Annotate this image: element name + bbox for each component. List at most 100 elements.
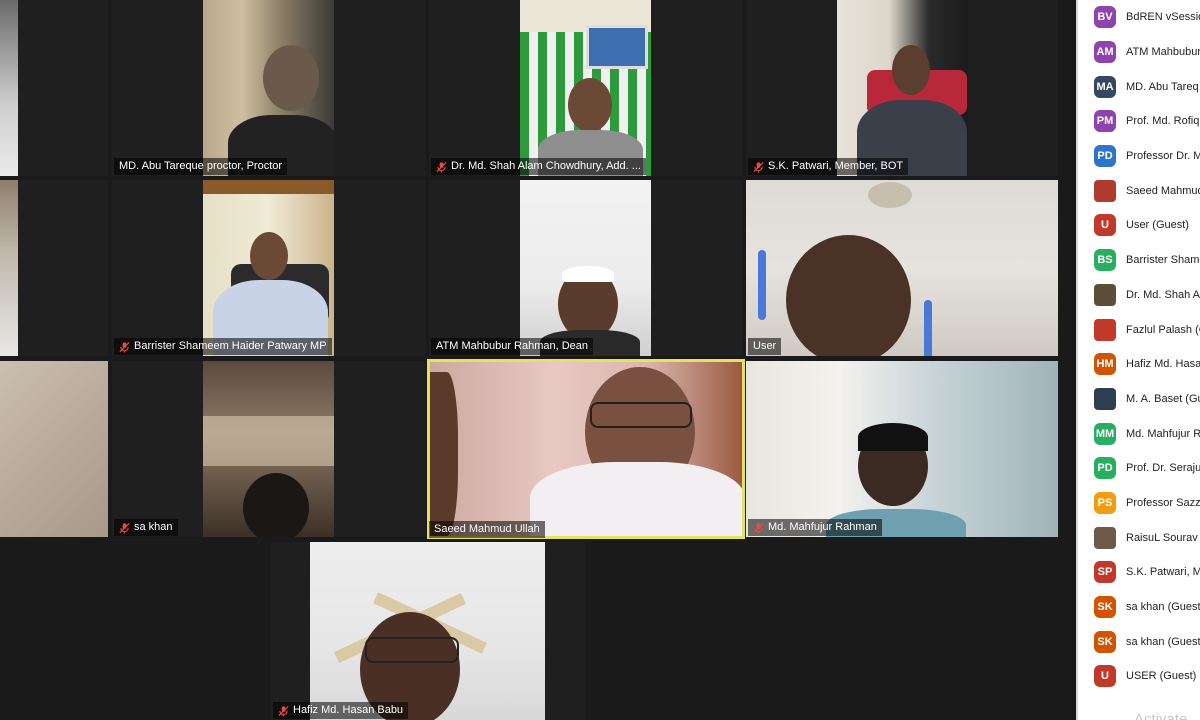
participant-list-item[interactable]: M. A. Baset (Gu xyxy=(1078,382,1200,417)
video-feed xyxy=(746,180,1058,356)
avatar-initials: BV xyxy=(1094,6,1116,29)
avatar-photo xyxy=(1094,318,1116,341)
participant-list-name: Prof. Md. Rofiq xyxy=(1126,115,1200,128)
participant-name: User xyxy=(753,340,777,352)
participant-name: Barrister Shameem Haider Patwary MP xyxy=(134,340,327,352)
participant-name: ATM Mahbubur Rahman, Dean xyxy=(436,340,589,352)
video-feed xyxy=(0,361,108,537)
participant-nameplate: Md. Mahfujur Rahman xyxy=(748,519,882,536)
video-tile-13[interactable]: Hafiz Md. Hasan Babu xyxy=(271,542,585,720)
participant-list-name: sa khan (Guest) xyxy=(1126,635,1200,648)
participant-name: sa khan xyxy=(134,521,173,533)
mic-muted-icon xyxy=(278,705,289,716)
participant-list-item[interactable]: U User (Guest) xyxy=(1078,208,1200,243)
participant-nameplate: Hafiz Md. Hasan Babu xyxy=(273,702,409,719)
participant-list-item[interactable]: MA MD. Abu Tareq xyxy=(1078,69,1200,104)
avatar-initials: PM xyxy=(1094,110,1116,133)
participant-list-name: Hafiz Md. Hasa xyxy=(1126,358,1200,371)
participant-list-name: sa khan (Guest) xyxy=(1126,601,1200,614)
avatar-initials: MM xyxy=(1094,422,1116,445)
participant-list-item[interactable]: BV BdREN vSessio xyxy=(1078,0,1200,35)
mic-muted-icon xyxy=(753,522,764,533)
participant-nameplate: S.K. Patwari, Member, BOT xyxy=(748,158,909,175)
participant-name: Md. Mahfujur Rahman xyxy=(768,521,877,533)
avatar-initials: PD xyxy=(1094,457,1116,480)
avatar-photo xyxy=(1094,283,1116,306)
video-feed xyxy=(203,180,334,356)
video-feed xyxy=(0,180,18,356)
participant-list-name: Saeed Mahmud xyxy=(1126,184,1200,197)
participant-list-name: Professor Sazz xyxy=(1126,496,1200,509)
participant-name: MD. Abu Tareque proctor, Proctor xyxy=(119,160,283,172)
activate-watermark: Activate xyxy=(1134,711,1188,720)
participant-nameplate: Saeed Mahmud Ullah xyxy=(429,521,545,538)
participant-nameplate: Barrister Shameem Haider Patwary MP xyxy=(114,338,332,355)
participant-list-item[interactable]: BS Barrister Shame xyxy=(1078,243,1200,278)
video-tile-2[interactable]: MD. Abu Tareque proctor, Proctor xyxy=(112,0,426,176)
video-tile-3[interactable]: Dr. Md. Shah Alam Chowdhury, Add. ... xyxy=(429,0,743,176)
participant-list-item[interactable]: Dr. Md. Shah A xyxy=(1078,278,1200,313)
participant-list-item[interactable]: SP S.K. Patwari, M xyxy=(1078,555,1200,590)
avatar-initials: PD xyxy=(1094,145,1116,168)
participant-list-item[interactable]: SK sa khan (Guest) xyxy=(1078,624,1200,659)
avatar-photo xyxy=(1094,526,1116,549)
participant-nameplate: MD. Abu Tareque proctor, Proctor xyxy=(114,158,288,175)
participant-list-item[interactable]: RaisuL Sourav ( xyxy=(1078,520,1200,555)
participant-list-item[interactable]: Fazlul Palash (G xyxy=(1078,312,1200,347)
participant-name: Hafiz Md. Hasan Babu xyxy=(293,704,404,716)
participant-nameplate: Dr. Md. Shah Alam Chowdhury, Add. ... xyxy=(431,158,646,175)
participant-list-item[interactable]: MM Md. Mahfujur R xyxy=(1078,416,1200,451)
participant-nameplate: sa khan xyxy=(114,519,178,536)
video-feed xyxy=(310,542,545,720)
participant-list-item[interactable]: PD Prof. Dr. Seraju xyxy=(1078,451,1200,486)
avatar-initials: SK xyxy=(1094,630,1116,653)
participant-list-name: Dr. Md. Shah A xyxy=(1126,288,1200,301)
video-feed xyxy=(0,0,18,176)
participant-list-name: Barrister Shame xyxy=(1126,254,1200,267)
mic-muted-icon xyxy=(753,161,764,172)
video-tile-10[interactable]: sa khan xyxy=(112,361,426,537)
video-tile-8[interactable]: User xyxy=(746,180,1058,356)
video-tile-1[interactable] xyxy=(0,0,108,176)
avatar-initials: BS xyxy=(1094,249,1116,272)
mic-muted-icon xyxy=(436,161,447,172)
participant-list-name: MD. Abu Tareq xyxy=(1126,80,1199,93)
participant-name: S.K. Patwari, Member, BOT xyxy=(768,160,904,172)
participant-list-item[interactable]: HM Hafiz Md. Hasa xyxy=(1078,347,1200,382)
avatar-initials: AM xyxy=(1094,41,1116,64)
participant-list-item[interactable]: Saeed Mahmud xyxy=(1078,173,1200,208)
participant-list-name: User (Guest) xyxy=(1126,219,1189,232)
participant-list-name: S.K. Patwari, M xyxy=(1126,566,1200,579)
participant-list-item[interactable]: PD Professor Dr. M xyxy=(1078,139,1200,174)
avatar-photo xyxy=(1094,387,1116,410)
participant-list-name: USER (Guest) xyxy=(1126,670,1197,683)
avatar-photo xyxy=(1094,179,1116,202)
avatar-initials: SK xyxy=(1094,596,1116,619)
video-tile-9[interactable] xyxy=(0,361,108,537)
avatar-initials: HM xyxy=(1094,353,1116,376)
video-feed xyxy=(837,0,968,176)
avatar-initials: U xyxy=(1094,665,1116,688)
video-tile-active-speaker[interactable]: Saeed Mahmud Ullah xyxy=(427,359,745,539)
video-feed xyxy=(520,0,651,176)
avatar-initials: U xyxy=(1094,214,1116,237)
avatar-initials: SP xyxy=(1094,561,1116,584)
participant-list-name: Fazlul Palash (G xyxy=(1126,323,1200,336)
participant-list-item[interactable]: AM ATM Mahbubur xyxy=(1078,35,1200,70)
video-feed xyxy=(203,361,334,537)
video-feed xyxy=(430,362,742,536)
video-feed xyxy=(746,361,1058,537)
participant-name: Saeed Mahmud Ullah xyxy=(434,523,540,535)
video-tile-4[interactable]: S.K. Patwari, Member, BOT xyxy=(746,0,1058,176)
participant-list-item[interactable]: PS Professor Sazz xyxy=(1078,486,1200,521)
participant-name: Dr. Md. Shah Alam Chowdhury, Add. ... xyxy=(451,160,641,172)
video-tile-6[interactable]: Barrister Shameem Haider Patwary MP xyxy=(112,180,426,356)
participant-list-item[interactable]: SK sa khan (Guest) xyxy=(1078,590,1200,625)
participants-panel: BV BdREN vSessio AM ATM Mahbubur MA MD. Abu T… xyxy=(1076,0,1200,720)
participant-list-item[interactable]: U USER (Guest) xyxy=(1078,659,1200,694)
video-tile-7[interactable]: ATM Mahbubur Rahman, Dean xyxy=(429,180,743,356)
participant-list-item[interactable]: PM Prof. Md. Rofiq xyxy=(1078,104,1200,139)
video-tile-5[interactable] xyxy=(0,180,108,356)
video-tile-12[interactable]: Md. Mahfujur Rahman xyxy=(746,361,1058,537)
participant-list-name: M. A. Baset (Gu xyxy=(1126,392,1200,405)
